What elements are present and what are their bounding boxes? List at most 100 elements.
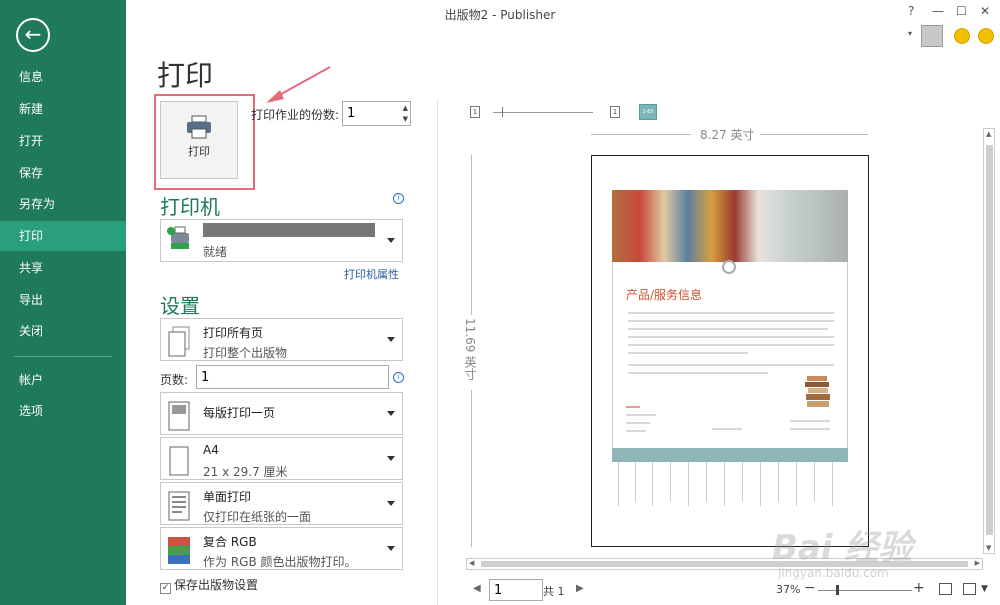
tearoff-strip — [706, 462, 707, 502]
zoom-percent[interactable]: 37% — [776, 583, 800, 596]
printer-status: 就绪 — [203, 245, 228, 259]
highlight-box — [154, 94, 255, 190]
printer-dropdown[interactable]: 就绪 — [160, 219, 403, 262]
chevron-down-icon — [387, 455, 395, 461]
body-text-line — [628, 312, 834, 314]
help-icon[interactable]: ? — [908, 4, 914, 18]
multi-page-view-icon[interactable] — [963, 583, 976, 595]
paper-size-dropdown[interactable]: A4 21 x 29.7 厘米 — [160, 437, 403, 480]
tearoff-strip — [618, 462, 619, 506]
tearoff-strip — [796, 462, 797, 506]
backstage-nav: ← 信息 新建 打开 保存 另存为 打印 共享 导出 关闭 帐户 选项 — [0, 0, 126, 605]
body-text-line — [628, 320, 834, 322]
scrollbar-thumb[interactable] — [986, 145, 993, 535]
sides-sub: 仅打印在纸张的一面 — [203, 510, 312, 524]
page-width-label: 8.27 英寸 — [700, 128, 755, 142]
zoom-slider-thumb[interactable] — [836, 585, 839, 595]
zoom-out-button[interactable]: − — [804, 580, 816, 596]
pages-input[interactable] — [196, 365, 389, 389]
nav-item-save-as[interactable]: 另存为 — [0, 189, 126, 219]
scroll-right-icon[interactable]: ▶ — [975, 559, 980, 567]
frown-feedback-icon[interactable] — [978, 28, 994, 44]
scroll-down-icon[interactable]: ▼ — [986, 544, 991, 552]
spin-down-icon[interactable]: ▼ — [403, 115, 408, 123]
pages-info-icon[interactable]: i — [393, 372, 404, 383]
checkmark-icon[interactable]: ✓ — [160, 583, 171, 594]
spin-up-icon[interactable]: ▲ — [403, 104, 408, 112]
scroll-up-icon[interactable]: ▲ — [986, 130, 991, 138]
contact-text-line — [790, 420, 830, 422]
minimize-button[interactable]: — — [932, 4, 944, 18]
nav-item-open[interactable]: 打开 — [0, 126, 126, 156]
print-range-dropdown[interactable]: 打印所有页 打印整个出版物 — [160, 318, 403, 361]
nav-item-close[interactable]: 关闭 — [0, 316, 126, 346]
zoom-slider-track[interactable] — [818, 590, 912, 591]
color-mode-dropdown[interactable]: 复合 RGB 作为 RGB 颜色出版物打印。 — [160, 527, 403, 570]
vertical-scrollbar[interactable]: ▲ ▼ — [983, 128, 995, 554]
multi-page-icon[interactable]: 1-85 — [639, 104, 657, 120]
chevron-down-icon — [387, 237, 395, 243]
body-text-line — [628, 352, 748, 354]
close-button[interactable]: ✕ — [980, 4, 990, 18]
paper-size-sub: 21 x 29.7 厘米 — [203, 465, 288, 479]
single-page-icon[interactable]: 1 — [470, 106, 480, 118]
nav-item-options[interactable]: 选项 — [0, 396, 126, 426]
one-page-per-sheet-icon — [168, 401, 190, 431]
nav-divider — [14, 356, 112, 357]
contact-text-line — [790, 428, 830, 430]
nav-item-save[interactable]: 保存 — [0, 158, 126, 188]
body-text-line — [628, 364, 834, 366]
nav-item-share[interactable]: 共享 — [0, 253, 126, 283]
copies-input[interactable] — [343, 102, 395, 125]
page-title: 打印 — [157, 59, 214, 92]
page-slider-thumb[interactable] — [502, 107, 503, 117]
chevron-down-icon — [387, 500, 395, 506]
nav-item-info[interactable]: 信息 — [0, 62, 126, 92]
page-height-label: 11.69 英寸 — [463, 318, 477, 381]
color-mode-main: 复合 RGB — [203, 535, 257, 549]
body-text-line — [628, 336, 834, 338]
page-number-input[interactable] — [489, 579, 543, 601]
banner-handle — [722, 260, 736, 274]
zoom-in-button[interactable]: + — [913, 580, 925, 596]
page-slider-track[interactable] — [493, 112, 593, 113]
body-text-line — [628, 344, 834, 346]
maximize-button[interactable]: ☐ — [956, 4, 967, 18]
sides-dropdown[interactable]: 单面打印 仅打印在纸张的一面 — [160, 482, 403, 525]
pane-divider — [437, 100, 438, 605]
printer-properties-link[interactable]: 打印机属性 — [344, 266, 399, 282]
per-sheet-main: 每版打印一页 — [203, 406, 276, 420]
page-range-icon[interactable]: 1 — [610, 106, 620, 118]
nav-item-new[interactable]: 新建 — [0, 94, 126, 124]
save-settings-label: 保存出版物设置 — [174, 578, 259, 592]
per-sheet-dropdown[interactable]: 每版打印一页 — [160, 392, 403, 435]
smile-feedback-icon[interactable] — [954, 28, 970, 44]
nav-item-print[interactable]: 打印 — [0, 221, 126, 251]
scroll-left-icon[interactable]: ◀ — [469, 559, 474, 567]
save-settings-checkbox[interactable]: ✓ 保存出版物设置 — [160, 576, 258, 594]
user-avatar-icon[interactable] — [921, 25, 943, 47]
tearoff-strip — [814, 462, 815, 502]
width-ruler-line — [591, 134, 691, 135]
tearoff-strip — [832, 462, 833, 506]
one-sided-icon — [168, 491, 190, 521]
fit-page-icon[interactable] — [939, 583, 952, 595]
contact-text-line — [626, 414, 656, 416]
printer-section-title: 打印机 — [160, 195, 220, 219]
bookshelf-banner-image — [612, 190, 848, 262]
previous-page-icon[interactable]: ◀ — [473, 583, 481, 594]
nav-item-account[interactable]: 帐户 — [0, 365, 126, 395]
chevron-down-icon — [387, 410, 395, 416]
copies-spinner[interactable]: ▲ ▼ — [342, 101, 411, 126]
tearoff-strip — [760, 462, 761, 506]
chevron-down-icon — [387, 336, 395, 342]
next-page-icon[interactable]: ▶ — [576, 583, 584, 594]
body-text-line — [628, 372, 768, 374]
view-options-caret-icon[interactable]: ▼ — [981, 584, 988, 594]
nav-item-export[interactable]: 导出 — [0, 285, 126, 315]
page-total-label: 共 1 — [543, 585, 565, 598]
account-caret-icon[interactable]: ▾ — [908, 29, 912, 38]
printer-info-icon[interactable]: i — [393, 193, 404, 204]
books-stack-image — [805, 376, 830, 407]
back-arrow-icon[interactable]: ← — [16, 18, 50, 52]
